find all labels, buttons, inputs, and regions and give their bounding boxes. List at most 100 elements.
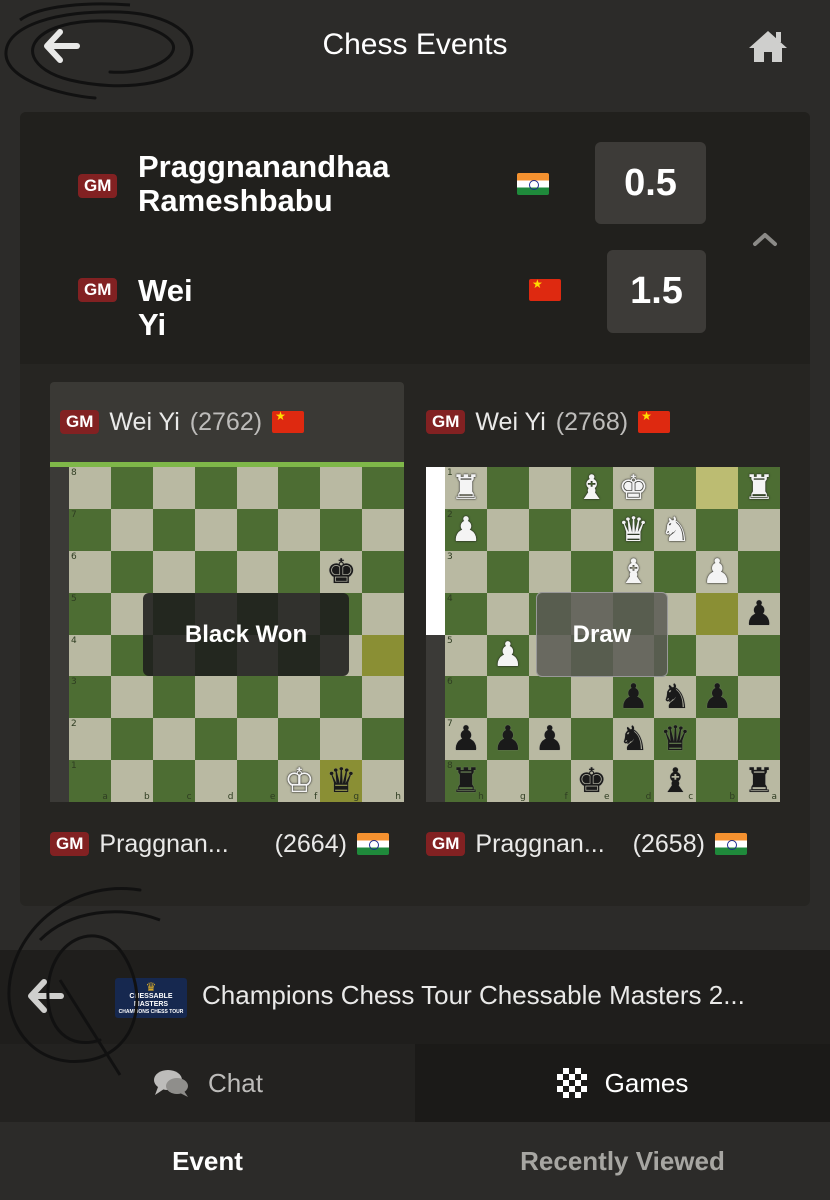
board-square[interactable] bbox=[738, 718, 780, 761]
chess-piece[interactable]: ♜ bbox=[451, 764, 481, 798]
board-square[interactable] bbox=[236, 676, 279, 719]
board-square[interactable] bbox=[236, 467, 279, 509]
board-square[interactable] bbox=[570, 508, 613, 551]
board-square[interactable]: b bbox=[696, 760, 739, 802]
board-square[interactable]: ♛ bbox=[612, 508, 655, 551]
board-square[interactable]: ♟ bbox=[696, 550, 739, 593]
board-square[interactable]: ♟ bbox=[738, 592, 780, 635]
board-square[interactable]: 5 bbox=[445, 634, 487, 677]
chess-piece[interactable]: ♝ bbox=[618, 555, 648, 589]
chess-piece[interactable]: ♟ bbox=[534, 722, 564, 756]
board-square[interactable]: 6 bbox=[445, 676, 487, 719]
board-square[interactable]: h bbox=[362, 760, 404, 802]
nav-event[interactable]: Event bbox=[0, 1122, 415, 1200]
board-square[interactable]: ♜ bbox=[738, 467, 780, 509]
board-square[interactable] bbox=[654, 550, 697, 593]
board-square[interactable] bbox=[696, 634, 739, 677]
chess-piece[interactable]: ♟ bbox=[451, 513, 481, 547]
board-square[interactable]: f bbox=[528, 760, 571, 802]
board-square[interactable]: ♟ 2 bbox=[445, 508, 487, 551]
board-square[interactable] bbox=[278, 467, 321, 509]
board-square[interactable]: 8 bbox=[69, 467, 111, 509]
board-square[interactable] bbox=[152, 508, 195, 551]
board-square[interactable]: ♟ bbox=[528, 718, 571, 761]
home-button[interactable] bbox=[746, 26, 790, 66]
board-square[interactable] bbox=[362, 550, 404, 593]
chess-piece[interactable]: ♜ bbox=[744, 764, 774, 798]
board-square[interactable]: ♚ e bbox=[570, 760, 613, 802]
chess-piece[interactable]: ♟ bbox=[618, 680, 648, 714]
chess-piece[interactable]: ♟ bbox=[702, 680, 732, 714]
board-square[interactable]: 2 bbox=[69, 718, 111, 761]
board-square[interactable]: 3 bbox=[69, 676, 111, 719]
board-square[interactable] bbox=[194, 508, 237, 551]
board-square[interactable]: ♔ f bbox=[278, 760, 321, 802]
board-square[interactable] bbox=[738, 550, 780, 593]
board-square[interactable] bbox=[486, 550, 529, 593]
board-square[interactable] bbox=[194, 550, 237, 593]
board-square[interactable]: 5 bbox=[69, 592, 111, 635]
board-square[interactable]: e bbox=[236, 760, 279, 802]
board-square[interactable] bbox=[362, 676, 404, 719]
board-square[interactable]: 4 bbox=[445, 592, 487, 635]
board-square[interactable] bbox=[738, 508, 780, 551]
chess-piece[interactable]: ♞ bbox=[618, 722, 648, 756]
chess-piece[interactable]: ♜ bbox=[744, 471, 774, 505]
game-tile-1[interactable]: GM Wei Yi (2762) 876♚54321abcde♔f♛gh Bla… bbox=[50, 382, 404, 862]
board-square[interactable]: ♜ 8 h bbox=[445, 760, 487, 802]
board-square[interactable] bbox=[236, 508, 279, 551]
board-square[interactable] bbox=[278, 676, 321, 719]
board-square[interactable] bbox=[362, 508, 404, 551]
board-square[interactable]: 1a bbox=[69, 760, 111, 802]
board-square[interactable] bbox=[696, 718, 739, 761]
board-square[interactable] bbox=[528, 467, 571, 509]
event-back-button[interactable] bbox=[24, 976, 68, 1016]
chess-piece[interactable]: ♞ bbox=[660, 680, 690, 714]
chess-piece[interactable]: ♚ bbox=[326, 555, 356, 589]
chess-piece[interactable]: ♛ bbox=[618, 513, 648, 547]
nav-recently-viewed[interactable]: Recently Viewed bbox=[415, 1122, 830, 1200]
board-square[interactable] bbox=[194, 467, 237, 509]
board-square[interactable] bbox=[362, 592, 404, 635]
board-square[interactable]: c bbox=[152, 760, 195, 802]
board-square[interactable] bbox=[528, 676, 571, 719]
board-square[interactable] bbox=[570, 550, 613, 593]
chess-piece[interactable]: ♛ bbox=[660, 722, 690, 756]
board-square[interactable]: ♜ 1 bbox=[445, 467, 487, 509]
chess-piece[interactable]: ♛ bbox=[326, 764, 356, 798]
board-square[interactable] bbox=[152, 718, 195, 761]
board-square[interactable] bbox=[738, 676, 780, 719]
board-square[interactable]: ♝ c bbox=[654, 760, 697, 802]
board-square[interactable]: b bbox=[110, 760, 153, 802]
board-square[interactable] bbox=[486, 592, 529, 635]
board-square[interactable]: ♟ bbox=[612, 676, 655, 719]
board-square[interactable] bbox=[194, 676, 237, 719]
board-square[interactable] bbox=[110, 508, 153, 551]
board-square[interactable] bbox=[110, 550, 153, 593]
chess-piece[interactable]: ♞ bbox=[660, 513, 690, 547]
chess-piece[interactable]: ♟ bbox=[493, 722, 523, 756]
board-square[interactable] bbox=[570, 676, 613, 719]
board-square[interactable]: ♞ bbox=[654, 676, 697, 719]
board-square[interactable]: ♚ bbox=[320, 550, 363, 593]
chess-board-1[interactable]: 8 7 6 ♚ 5 4 3 2 1 a b c d e ♔ f ♛ g h Black Won bbox=[69, 467, 404, 802]
chess-piece[interactable]: ♝ bbox=[576, 471, 606, 505]
board-square[interactable] bbox=[738, 634, 780, 677]
board-square[interactable] bbox=[486, 508, 529, 551]
chess-piece[interactable]: ♟ bbox=[451, 722, 481, 756]
board-square[interactable] bbox=[278, 550, 321, 593]
board-square[interactable]: ♟ bbox=[486, 634, 529, 677]
board-square[interactable] bbox=[236, 718, 279, 761]
chevron-up-icon[interactable] bbox=[750, 224, 780, 254]
chess-piece[interactable]: ♟ bbox=[702, 555, 732, 589]
board-square[interactable]: ♝ bbox=[612, 550, 655, 593]
board-square[interactable] bbox=[528, 508, 571, 551]
board-square[interactable]: d bbox=[194, 760, 237, 802]
board-square[interactable]: ♜ a bbox=[738, 760, 780, 802]
chess-piece[interactable]: ♝ bbox=[660, 764, 690, 798]
board-square[interactable] bbox=[528, 550, 571, 593]
board-square[interactable] bbox=[278, 508, 321, 551]
board-square[interactable] bbox=[362, 467, 404, 509]
board-square[interactable]: 3 bbox=[445, 550, 487, 593]
tab-chat[interactable]: Chat bbox=[0, 1044, 415, 1122]
